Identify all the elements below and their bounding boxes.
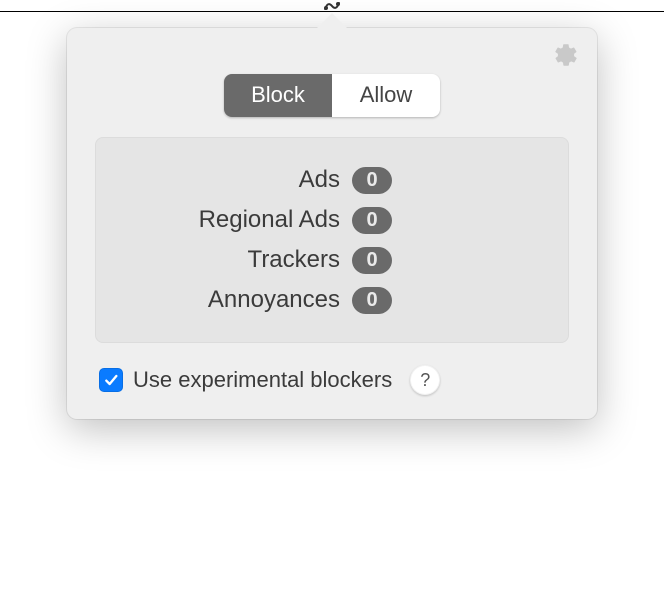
gear-icon[interactable] [553, 42, 579, 73]
allow-tab[interactable]: Allow [332, 74, 440, 117]
stat-row: Regional Ads 0 [116, 200, 548, 240]
footer: Use experimental blockers ? [95, 365, 569, 395]
stat-count-badge: 0 [352, 167, 392, 194]
popover: Block Allow Ads 0 Regional Ads 0 Tracker… [67, 28, 597, 419]
stat-row: Trackers 0 [116, 240, 548, 280]
experimental-checkbox[interactable] [99, 368, 123, 392]
stat-label: Annoyances [116, 286, 340, 314]
stat-row: Ads 0 [116, 160, 548, 200]
popover-pointer [316, 13, 348, 29]
stat-count-badge: 0 [352, 247, 392, 274]
help-button[interactable]: ? [410, 365, 440, 395]
toolbar [0, 0, 664, 12]
mode-segmented-control: Block Allow [224, 74, 440, 117]
stats-panel: Ads 0 Regional Ads 0 Trackers 0 Annoyanc… [95, 137, 569, 343]
experimental-label: Use experimental blockers [133, 367, 392, 393]
block-tab[interactable]: Block [224, 74, 332, 117]
stat-count-badge: 0 [352, 207, 392, 234]
stat-row: Annoyances 0 [116, 280, 548, 320]
stat-count-badge: 0 [352, 287, 392, 314]
stat-label: Trackers [116, 246, 340, 274]
stat-label: Regional Ads [116, 206, 340, 234]
checkmark-icon [103, 372, 119, 388]
stat-label: Ads [116, 166, 340, 194]
